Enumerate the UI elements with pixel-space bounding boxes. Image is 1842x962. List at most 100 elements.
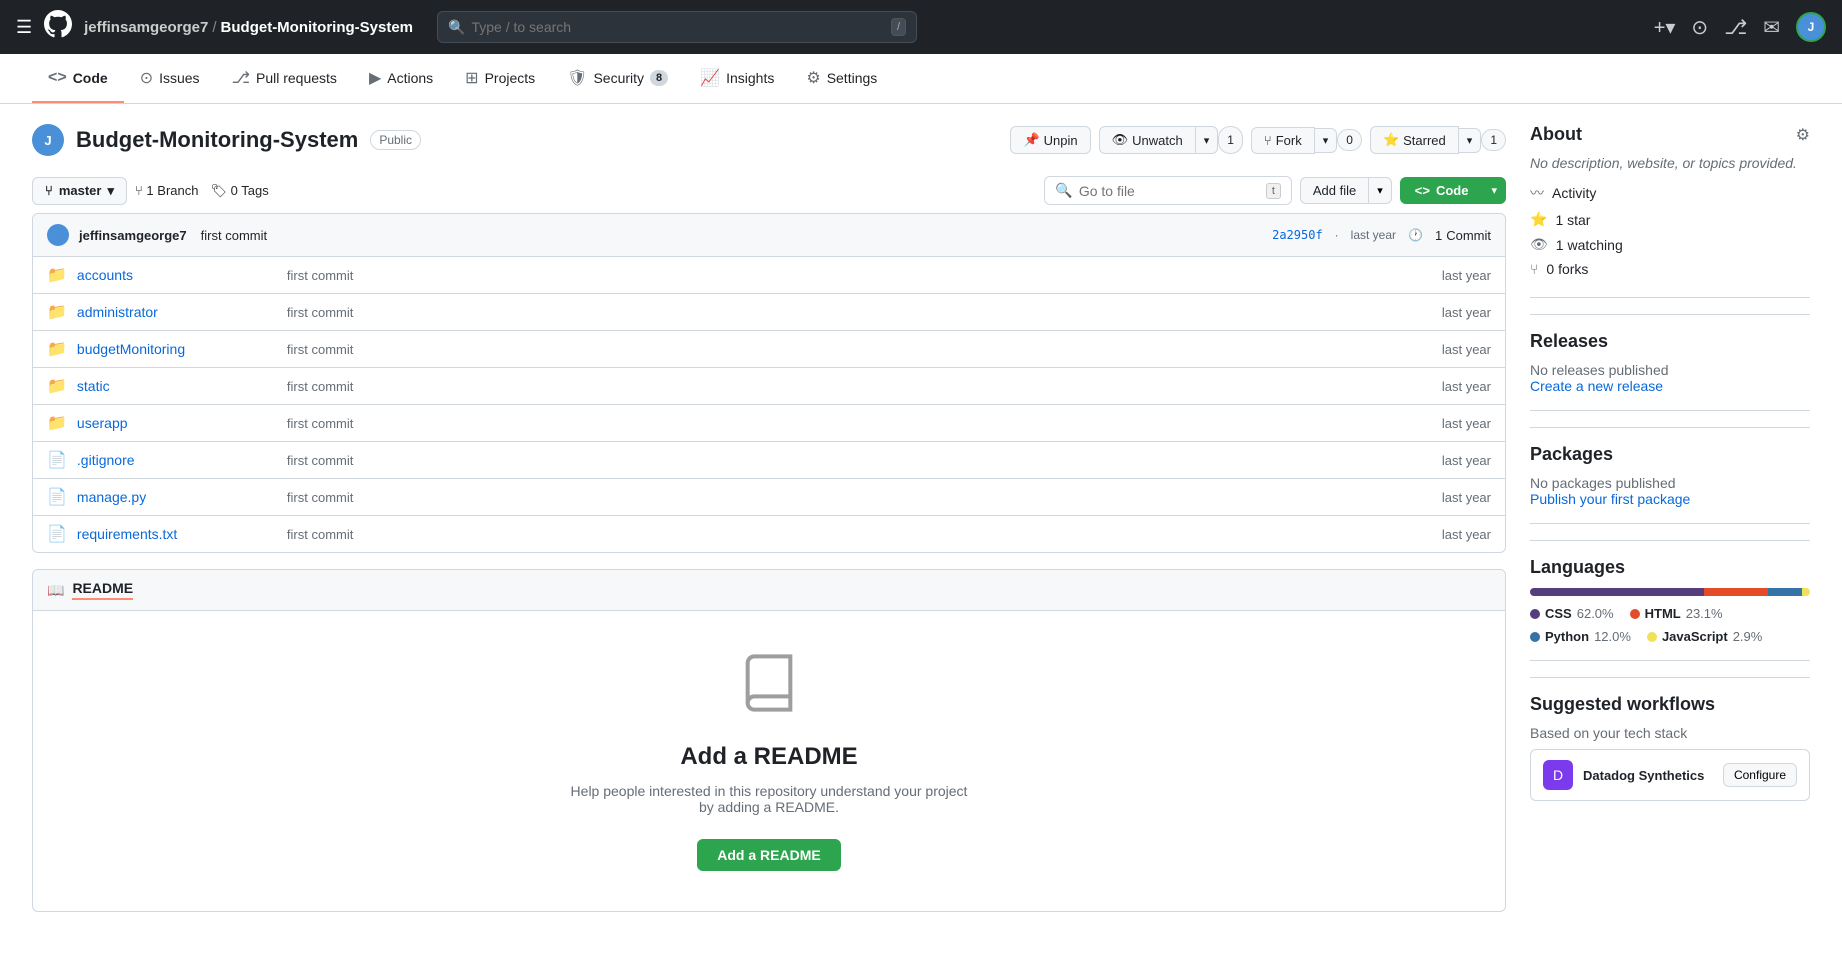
commit-count-link[interactable]: 1 Commit: [1435, 228, 1491, 243]
add-file-dropdown[interactable]: ▾: [1368, 177, 1392, 204]
file-name[interactable]: userapp: [77, 415, 277, 431]
file-search-input[interactable]: [1079, 183, 1260, 199]
file-name[interactable]: requirements.txt: [77, 526, 277, 542]
watch-dropdown[interactable]: ▾: [1196, 126, 1219, 154]
search-shortcut: /: [891, 18, 906, 36]
css-dot: [1530, 609, 1540, 619]
graph-icon: 📈: [700, 68, 720, 88]
repo-avatar: J: [32, 124, 64, 156]
watching-count: 1 watching: [1556, 237, 1623, 253]
fork-stat[interactable]: ⑂ 0 forks: [1530, 261, 1810, 277]
tab-insights[interactable]: 📈 Insights: [684, 54, 790, 104]
code-dropdown[interactable]: ▾: [1482, 177, 1506, 204]
commit-author-name[interactable]: jeffinsamgeorge7: [79, 228, 187, 243]
table-row: 📄 .gitignore first commit last year: [33, 442, 1505, 479]
file-name[interactable]: budgetMonitoring: [77, 341, 277, 357]
watch-button[interactable]: 👁 Unwatch: [1099, 126, 1196, 154]
activity-stat[interactable]: 〰 Activity: [1530, 183, 1810, 203]
packages-title: Packages: [1530, 444, 1810, 465]
about-gear-icon[interactable]: ⚙: [1796, 125, 1810, 145]
table-row: 📄 requirements.txt first commit last yea…: [33, 516, 1505, 552]
file-name[interactable]: .gitignore: [77, 452, 277, 468]
watching-stat[interactable]: 👁 1 watching: [1530, 236, 1810, 253]
tab-pull-requests[interactable]: ⎇ Pull requests: [216, 54, 353, 104]
lang-item-javascript[interactable]: JavaScript 2.9%: [1647, 629, 1762, 644]
no-packages: No packages published: [1530, 475, 1810, 491]
fork-dropdown[interactable]: ▾: [1315, 128, 1338, 153]
star-stat[interactable]: ⭐ 1 star: [1530, 211, 1810, 228]
meta-info: ⑂ 1 Branch 🏷 0 Tags: [135, 183, 269, 199]
file-name[interactable]: accounts: [77, 267, 277, 283]
branch-count-link[interactable]: ⑂ 1 Branch: [135, 183, 199, 198]
commit-meta: 2a2950f · last year 🕐 1 Commit: [1272, 228, 1491, 243]
table-row: 📁 static first commit last year: [33, 368, 1505, 405]
pullrequest-icon[interactable]: ⎇: [1724, 15, 1747, 40]
fork-count: 0 forks: [1546, 261, 1588, 277]
tag-count-link[interactable]: 🏷 0 Tags: [210, 183, 268, 199]
issues-icon[interactable]: ⊙: [1691, 15, 1708, 40]
readme-header: 📖 README: [33, 570, 1505, 611]
js-lang-bar: [1802, 588, 1810, 596]
html-lang-bar: [1704, 588, 1769, 596]
lang-item-css[interactable]: CSS 62.0%: [1530, 606, 1614, 621]
github-logo[interactable]: [44, 10, 72, 45]
tab-security[interactable]: 🛡 Security 8: [551, 54, 684, 104]
divider: [1530, 297, 1810, 298]
search-input[interactable]: [471, 19, 885, 35]
file-search[interactable]: 🔍 t: [1044, 176, 1292, 205]
add-file-button[interactable]: Add file: [1300, 177, 1368, 204]
file-name[interactable]: manage.py: [77, 489, 277, 505]
lang-item-html[interactable]: HTML 23.1%: [1630, 606, 1723, 621]
book-icon: 📖: [47, 582, 64, 599]
fork-count: 0: [1337, 129, 1362, 151]
code-button[interactable]: <> Code: [1400, 177, 1483, 204]
file-time: last year: [1442, 453, 1491, 468]
tab-actions[interactable]: ▶ Actions: [353, 54, 449, 104]
configure-button[interactable]: Configure: [1723, 763, 1797, 787]
branch-selector[interactable]: ⑂ master ▾: [32, 177, 127, 205]
inbox-icon[interactable]: ✉: [1763, 15, 1780, 40]
add-readme-button[interactable]: Add a README: [697, 839, 840, 871]
tab-projects[interactable]: ⊞ Projects: [449, 54, 551, 104]
folder-icon: 📁: [47, 265, 67, 285]
unpin-button[interactable]: 📌 Unpin: [1010, 126, 1090, 154]
commit-hash[interactable]: 2a2950f: [1272, 228, 1323, 242]
breadcrumb-user[interactable]: jeffinsamgeorge7: [84, 19, 208, 36]
file-name[interactable]: static: [77, 378, 277, 394]
publish-package-link[interactable]: Publish your first package: [1530, 491, 1690, 507]
gear-icon: ⚙: [806, 68, 820, 88]
file-table: jeffinsamgeorge7 first commit 2a2950f · …: [32, 213, 1506, 553]
hamburger-icon[interactable]: ☰: [16, 17, 32, 38]
workflow-name: Datadog Synthetics: [1583, 768, 1704, 783]
star-button[interactable]: ⭐ Starred: [1370, 126, 1459, 154]
history-icon: 🕐: [1408, 228, 1423, 242]
file-name[interactable]: administrator: [77, 304, 277, 320]
file-time: last year: [1442, 268, 1491, 283]
play-icon: ▶: [369, 68, 381, 88]
tab-settings[interactable]: ⚙ Settings: [790, 54, 893, 104]
create-release-link[interactable]: Create a new release: [1530, 378, 1663, 394]
file-time: last year: [1442, 379, 1491, 394]
breadcrumb-repo[interactable]: Budget-Monitoring-System: [221, 19, 414, 36]
fork-icon: ⑂: [1530, 261, 1538, 277]
commit-author-avatar: [47, 224, 69, 246]
plus-icon[interactable]: +▾: [1654, 15, 1676, 40]
languages-title: Languages: [1530, 557, 1810, 578]
branch-count: 1 Branch: [146, 183, 198, 198]
tab-issues[interactable]: ⊙ Issues: [124, 54, 216, 104]
js-dot: [1647, 632, 1657, 642]
repo-title[interactable]: Budget-Monitoring-System: [76, 127, 358, 153]
folder-icon: 📁: [47, 376, 67, 396]
fork-button[interactable]: ⑂ Fork: [1251, 127, 1315, 154]
search-icon: 🔍: [1055, 182, 1072, 199]
star-dropdown[interactable]: ▾: [1459, 128, 1482, 153]
table-row: 📁 userapp first commit last year: [33, 405, 1505, 442]
lang-item-python[interactable]: Python 12.0%: [1530, 629, 1631, 644]
folder-icon: 📁: [47, 413, 67, 433]
html-dot: [1630, 609, 1640, 619]
top-search-bar[interactable]: 🔍 /: [437, 11, 917, 43]
file-icon: 📄: [47, 524, 67, 544]
tab-code[interactable]: <> Code: [32, 55, 124, 103]
avatar[interactable]: J: [1796, 12, 1826, 42]
watch-count: 1: [1218, 126, 1243, 154]
